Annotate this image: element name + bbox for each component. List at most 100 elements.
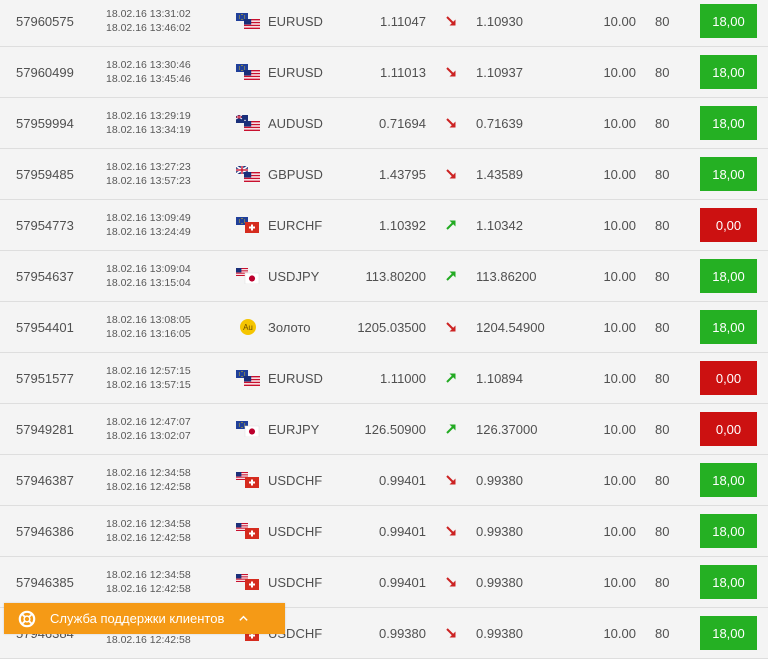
result-badge: 18,00: [700, 55, 757, 89]
open-price: 126.50900: [364, 421, 426, 437]
close-price: 0.99380: [476, 472, 523, 488]
open-time: 18.02.16 13:08:05: [106, 314, 191, 326]
trade-amount: 10.00: [603, 268, 636, 284]
result-badge: 18,00: [700, 4, 757, 38]
close-price: 126.37000: [476, 421, 538, 437]
eu-us-flag-icon: [236, 370, 260, 386]
trade-id: 57960499: [16, 64, 74, 80]
asset-icon: Au: [236, 302, 256, 352]
payout-percent: 80: [655, 625, 670, 641]
trade-id: 57959485: [16, 166, 74, 182]
open-time: 18.02.16 13:09:04: [106, 263, 191, 275]
open-time: 18.02.16 12:57:15: [106, 365, 191, 377]
result-cell: 18,00: [700, 251, 757, 301]
trade-times: 18.02.16 13:27:23 18.02.16 13:57:23: [106, 149, 191, 199]
trade-amount: 10.00: [603, 319, 636, 335]
result-badge: 18,00: [700, 310, 757, 344]
close-price: 1.10937: [476, 64, 523, 80]
asset-symbol: EURCHF: [268, 217, 323, 233]
open-price: 1.10392: [379, 217, 426, 233]
result-badge: 0,00: [700, 361, 757, 395]
result-badge: 0,00: [700, 412, 757, 446]
asset-icon: [236, 353, 260, 403]
result-cell: 18,00: [700, 47, 757, 97]
asset-icon: [236, 47, 260, 97]
trade-row: 57951577 18.02.16 12:57:15 18.02.16 13:57:…: [0, 353, 768, 404]
open-time: 18.02.16 12:34:58: [106, 518, 191, 530]
arrow-down-right-icon: [446, 628, 456, 638]
direction: [444, 557, 458, 607]
support-label: Служба поддержки клиентов: [50, 611, 225, 626]
eu-us-flag-icon: [236, 13, 260, 29]
trade-row: 57960499 18.02.16 13:30:46 18.02.16 13:45:…: [0, 47, 768, 98]
gold-coin-icon: Au: [240, 319, 256, 335]
direction: [444, 506, 458, 556]
open-price: 0.71694: [379, 115, 426, 131]
direction: [444, 404, 458, 454]
trade-row: 57954401 18.02.16 13:08:05 18.02.16 13:16:…: [0, 302, 768, 353]
trade-amount: 10.00: [603, 472, 636, 488]
result-cell: 18,00: [700, 149, 757, 199]
trade-times: 18.02.16 13:09:49 18.02.16 13:24:49: [106, 200, 191, 250]
payout-percent: 80: [655, 166, 670, 182]
trade-amount: 10.00: [603, 421, 636, 437]
result-cell: 18,00: [700, 455, 757, 505]
direction: [444, 608, 458, 658]
trade-amount: 10.00: [603, 64, 636, 80]
open-time: 18.02.16 12:34:58: [106, 569, 191, 581]
trade-id: 57951577: [16, 370, 74, 386]
close-time: 18.02.16 13:34:19: [106, 124, 191, 136]
trade-amount: 10.00: [603, 13, 636, 29]
chevron-up-icon[interactable]: [238, 613, 249, 624]
asset-icon: [236, 149, 260, 199]
open-time: 18.02.16 13:27:23: [106, 161, 191, 173]
trade-row: 57954773 18.02.16 13:09:49 18.02.16 13:24:…: [0, 200, 768, 251]
asset-symbol: USDCHF: [268, 523, 323, 539]
eu-jp-flag-icon: [236, 421, 260, 437]
close-price: 0.99380: [476, 625, 523, 641]
result-cell: 0,00: [700, 200, 757, 250]
asset-icon: [236, 557, 260, 607]
trade-amount: 10.00: [603, 166, 636, 182]
arrow-up-right-icon: [446, 424, 456, 434]
arrow-down-right-icon: [446, 526, 456, 536]
eu-us-flag-icon: [236, 64, 260, 80]
result-badge: 18,00: [700, 565, 757, 599]
trade-amount: 10.00: [603, 370, 636, 386]
open-price: 1.11013: [379, 64, 426, 80]
trade-id: 57946386: [16, 523, 74, 539]
asset-icon: [236, 455, 260, 505]
trade-times: 18.02.16 12:57:15 18.02.16 13:57:15: [106, 353, 191, 403]
close-time: 18.02.16 12:42:58: [106, 634, 191, 646]
trade-row: 57949281 18.02.16 12:47:07 18.02.16 13:02:…: [0, 404, 768, 455]
trade-amount: 10.00: [603, 625, 636, 641]
payout-percent: 80: [655, 370, 670, 386]
asset-symbol: USDJPY: [268, 268, 320, 284]
direction: [444, 302, 458, 352]
trade-id: 57954401: [16, 319, 74, 335]
us-ch-flag-icon: [236, 523, 259, 539]
result-cell: 18,00: [700, 302, 757, 352]
arrow-down-right-icon: [446, 67, 456, 77]
us-ch-flag-icon: [236, 472, 259, 488]
open-time: 18.02.16 13:31:02: [106, 8, 191, 20]
result-cell: 18,00: [700, 506, 757, 556]
support-chat-button[interactable]: Служба поддержки клиентов: [4, 603, 285, 634]
asset-icon: [236, 251, 260, 301]
trade-amount: 10.00: [603, 115, 636, 131]
direction: [444, 47, 458, 97]
close-time: 18.02.16 13:16:05: [106, 328, 191, 340]
trade-row: 57960575 18.02.16 13:31:02 18.02.16 13:46:…: [0, 0, 768, 47]
trade-row: 57959994 18.02.16 13:29:19 18.02.16 13:34:…: [0, 98, 768, 149]
asset-symbol: GBPUSD: [268, 166, 323, 182]
direction: [444, 200, 458, 250]
open-time: 18.02.16 13:30:46: [106, 59, 191, 71]
asset-symbol: Золото: [268, 319, 311, 335]
arrow-down-right-icon: [446, 475, 456, 485]
eu-ch-flag-icon: [236, 217, 259, 233]
trade-amount: 10.00: [603, 217, 636, 233]
close-time: 18.02.16 13:24:49: [106, 226, 191, 238]
gb-us-flag-icon: [236, 166, 260, 182]
open-time: 18.02.16 12:34:58: [106, 467, 191, 479]
payout-percent: 80: [655, 268, 670, 284]
